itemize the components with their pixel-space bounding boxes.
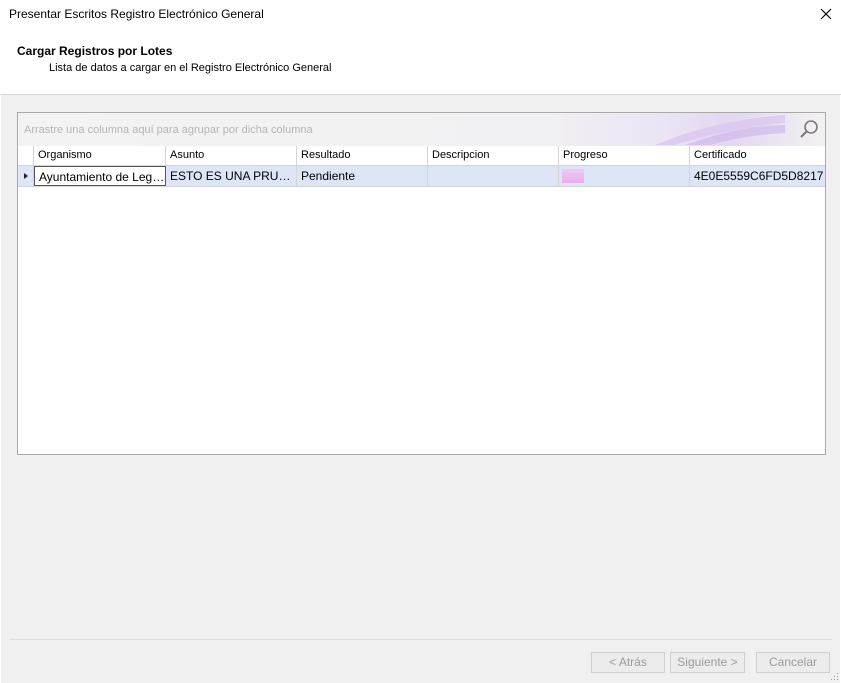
page-title: Cargar Registros por Lotes [17,44,173,58]
cancel-button[interactable]: Cancelar [756,652,830,673]
cell-resultado[interactable]: Pendiente [297,166,428,186]
triangle-right-icon [24,173,28,179]
column-header-descripcion[interactable]: Descripcion [428,146,559,165]
column-header-resultado[interactable]: Resultado [297,146,428,165]
close-button[interactable] [811,0,841,28]
group-by-panel[interactable]: Arrastre una columna aquí para agrupar p… [18,113,825,147]
column-header-row: Organismo Asunto Resultado Descripcion P… [18,146,825,166]
cell-certificado[interactable]: 4E0E5559C6FD5D8217 [690,166,825,186]
data-grid[interactable]: Arrastre una columna aquí para agrupar p… [17,112,826,455]
cell-descripcion[interactable] [428,166,559,186]
header-indicator-cell [18,146,34,165]
column-header-asunto[interactable]: Asunto [166,146,297,165]
window-title: Presentar Escritos Registro Electrónico … [9,7,264,21]
next-button[interactable]: Siguiente > [670,652,745,673]
cell-progreso[interactable] [559,166,690,186]
cell-organismo[interactable]: Ayuntamiento de Leganés [34,166,166,186]
progress-bar [562,169,584,183]
column-header-organismo[interactable]: Organismo [34,146,166,165]
footer-divider [9,639,832,640]
row-indicator[interactable] [18,166,34,186]
search-icon[interactable] [799,119,819,139]
column-header-progreso[interactable]: Progreso [559,146,690,165]
decorative-swoosh [655,115,785,145]
page-subtitle: Lista de datos a cargar en el Registro E… [49,62,332,74]
group-by-hint: Arrastre una columna aquí para agrupar p… [24,124,313,136]
table-row[interactable]: Ayuntamiento de Leganés ESTO ES UNA PRUE… [18,166,825,187]
resize-grip-icon[interactable] [831,673,839,681]
wizard-header: Cargar Registros por Lotes Lista de dato… [0,28,841,95]
back-button[interactable]: < Atrás [591,652,665,673]
close-icon [820,8,832,20]
title-bar: Presentar Escritos Registro Electrónico … [0,0,841,28]
cell-asunto[interactable]: ESTO ES UNA PRUEB... [166,166,297,186]
column-header-certificado[interactable]: Certificado [690,146,825,165]
